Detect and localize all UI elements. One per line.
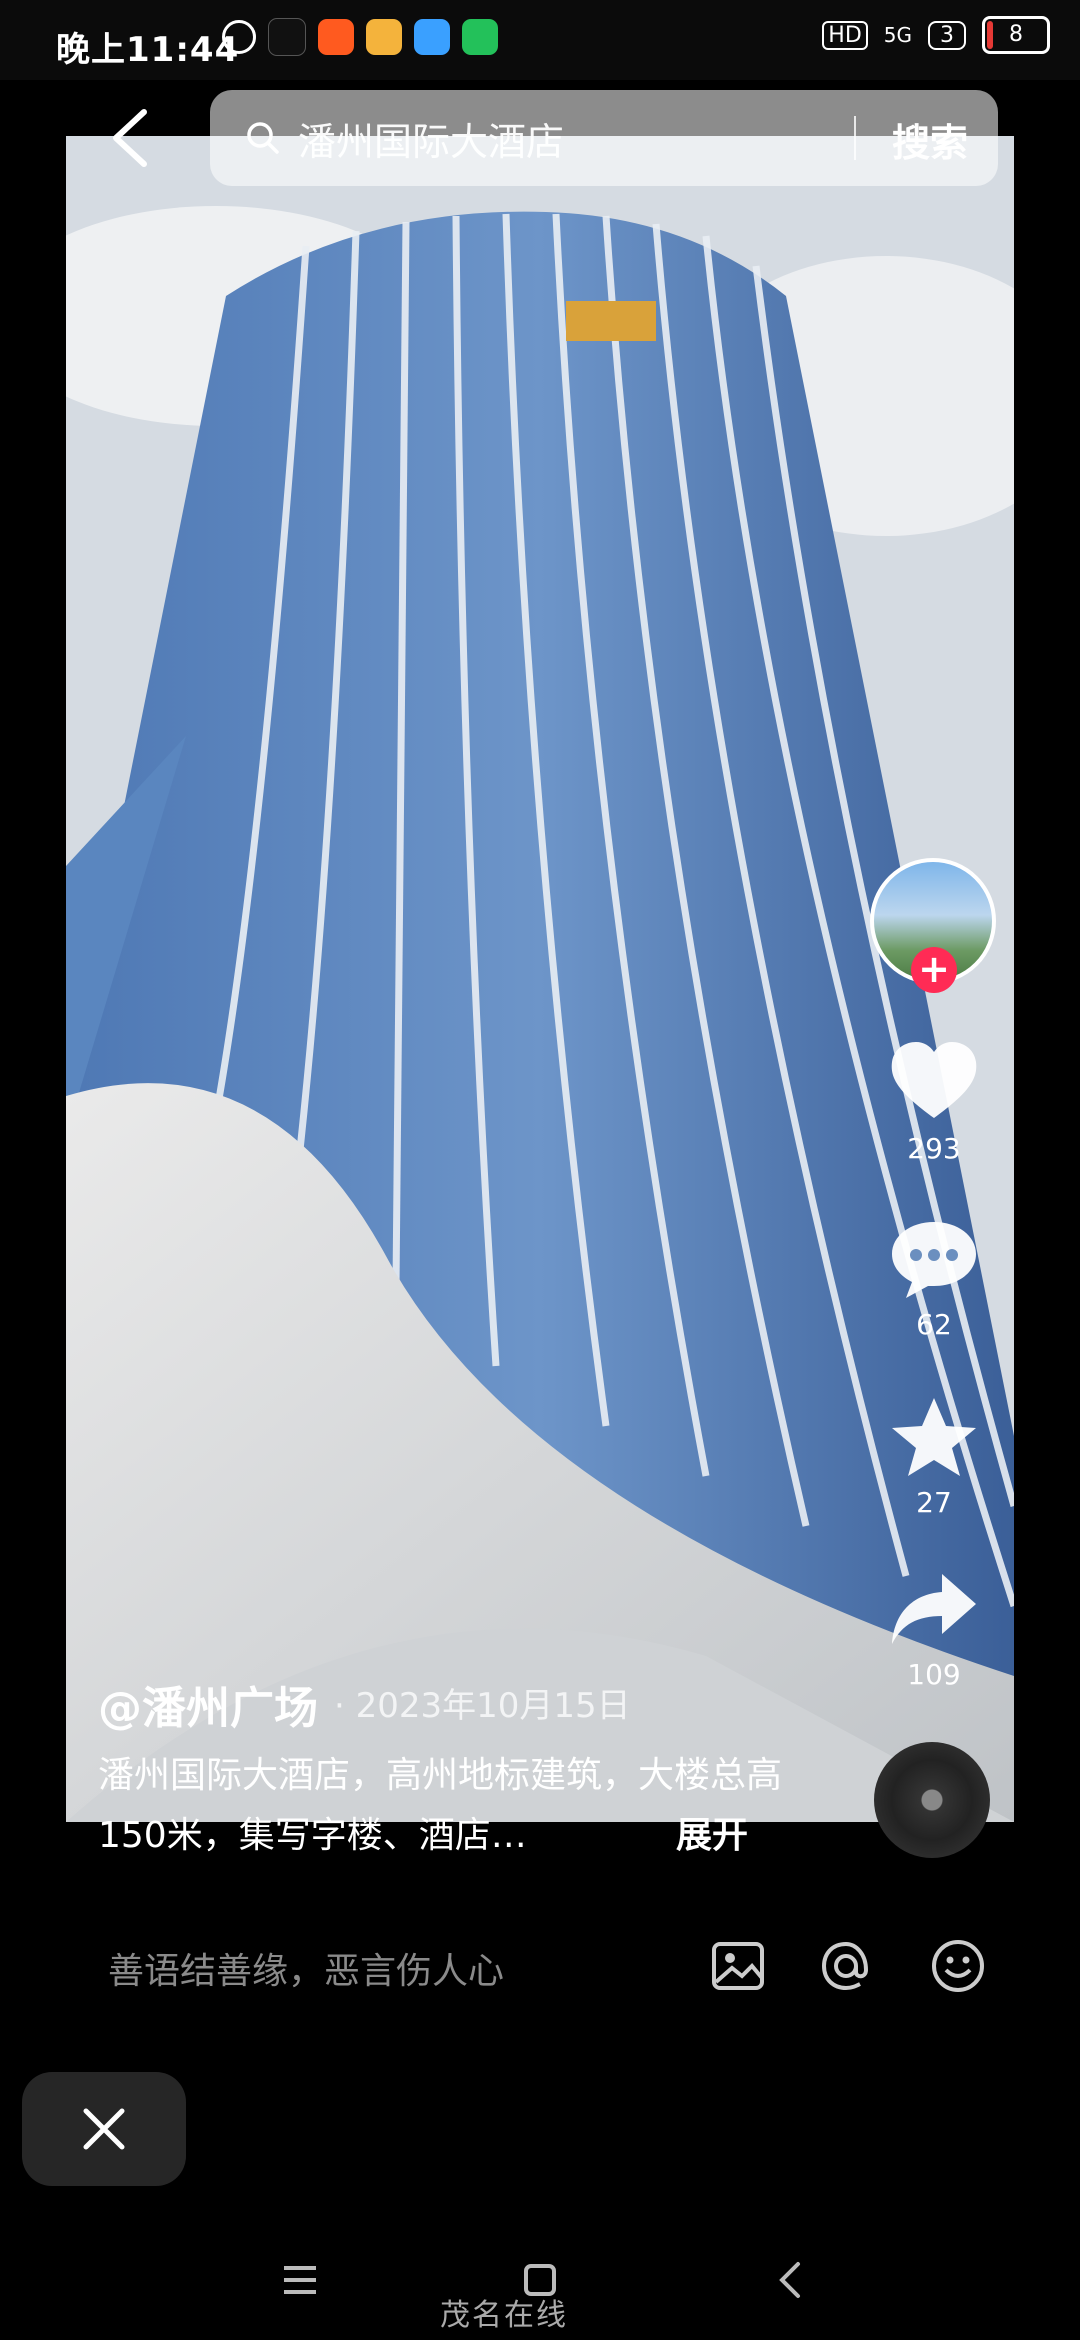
status-right: HD 5G 3 8: [822, 16, 1050, 54]
building-image: [66, 136, 1014, 1822]
emoji-icon[interactable]: [928, 1936, 988, 1996]
video-player[interactable]: [66, 136, 1014, 1822]
share-arrow-icon[interactable]: [888, 1568, 980, 1650]
back-arrow-icon[interactable]: [104, 106, 158, 170]
watermark: 茂名在线: [440, 2298, 568, 2333]
search-query[interactable]: 潘州国际大酒店: [298, 111, 564, 166]
comment-input-bar: 善语结善缘，恶言伤人心: [0, 1900, 1080, 2030]
search-bar[interactable]: 潘州国际大酒店 搜索: [210, 90, 998, 186]
share-count: 109: [907, 1658, 961, 1691]
status-time: 晚上11:44: [56, 30, 240, 70]
search-icon: [247, 122, 279, 154]
battery-level: 8: [1009, 22, 1023, 47]
like-heart-icon[interactable]: [888, 1040, 980, 1122]
back-nav-icon[interactable]: [770, 2260, 810, 2300]
mention-at-icon[interactable]: [816, 1936, 876, 1996]
menu-icon[interactable]: [280, 2260, 320, 2300]
comment-count: 62: [916, 1308, 952, 1341]
expand-link[interactable]: 展开: [676, 1806, 748, 1858]
favorite-star-icon[interactable]: [888, 1396, 980, 1478]
search-divider: [854, 116, 856, 160]
search-button[interactable]: 搜索: [892, 112, 968, 167]
status-notification-icons: [222, 18, 498, 56]
comment-input[interactable]: 善语结善缘，恶言伤人心: [108, 1942, 504, 1994]
follow-plus-button[interactable]: +: [911, 947, 957, 993]
status-bar: 晚上11:44 HD 5G 3 8: [0, 0, 1080, 80]
signal-icon: 5G: [883, 23, 912, 47]
author-name[interactable]: @潘州广场: [98, 1672, 318, 1736]
like-count: 293: [907, 1132, 961, 1165]
notification-count-badge: 3: [928, 20, 966, 50]
close-button[interactable]: [22, 2072, 186, 2186]
taobao-icon: [318, 19, 354, 55]
post-date: · 2023年10月15日: [334, 1686, 631, 1726]
alarm-icon: [222, 20, 256, 54]
hd-icon: HD: [822, 20, 868, 50]
close-icon: [83, 2108, 125, 2150]
app-blue-icon: [414, 19, 450, 55]
game-icon: [366, 19, 402, 55]
app-green-icon: [462, 19, 498, 55]
image-picker-icon[interactable]: [708, 1936, 768, 1996]
music-disc-icon[interactable]: [874, 1742, 990, 1858]
tiktok-icon: [268, 18, 306, 56]
favorite-count: 27: [916, 1486, 952, 1519]
comment-bubble-icon[interactable]: [888, 1218, 980, 1300]
battery-icon: 8: [982, 16, 1050, 54]
